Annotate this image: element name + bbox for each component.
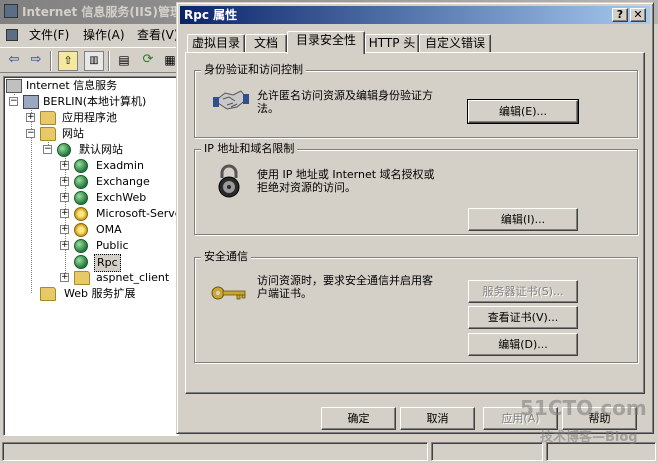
- expand-icon[interactable]: +: [60, 161, 69, 170]
- tab-http-headers[interactable]: HTTP 头: [365, 34, 419, 53]
- dialog-title: Rpc 属性: [184, 8, 238, 22]
- help-caption-icon[interactable]: ?: [612, 8, 628, 22]
- tree-label-root: Internet 信息服务: [26, 79, 118, 92]
- refresh-icon[interactable]: ⟳: [138, 51, 158, 71]
- cancel-button[interactable]: 取消: [400, 407, 475, 430]
- system-menu-icon[interactable]: [6, 29, 18, 41]
- tab-virtual-directory[interactable]: 虚拟目录: [187, 34, 245, 53]
- tree-label-app-pools: 应用程序池: [62, 111, 117, 124]
- auth-description-line1: 允许匿名访问资源及编辑身份验证方: [257, 89, 433, 102]
- tab-panel-directory-security: 身份验证和访问控制 允许匿名访问资源及编辑身份验证方 法。 编辑(E)... I…: [185, 52, 645, 394]
- watermark-site: 51CTO.com: [520, 396, 647, 420]
- secure-description-line2: 户端证书。: [257, 287, 312, 300]
- tab-documents[interactable]: 文档: [245, 34, 287, 53]
- collapse-icon[interactable]: −: [43, 145, 52, 154]
- tab-directory-security[interactable]: 目录安全性: [287, 31, 365, 54]
- computer-icon: [23, 95, 39, 109]
- iis-app-icon: [4, 4, 18, 18]
- collapse-icon[interactable]: −: [26, 129, 35, 138]
- forward-arrow-icon[interactable]: ⇨: [26, 51, 46, 71]
- ok-button[interactable]: 确定: [321, 407, 396, 430]
- edit-secure-communications-button[interactable]: 编辑(D)...: [468, 333, 578, 356]
- show-tree-icon[interactable]: ▥: [84, 51, 104, 71]
- vdir-globe-icon: [74, 159, 88, 173]
- padlock-icon: [218, 164, 240, 198]
- menu-view[interactable]: 查看(V): [134, 27, 182, 43]
- status-cell-main: [2, 442, 428, 461]
- back-arrow-icon[interactable]: ⇦: [4, 51, 24, 71]
- tree-label-public: Public: [96, 239, 129, 252]
- console-tree[interactable]: Internet 信息服务 − BERLIN(本地计算机) + 应用程序池 − …: [3, 76, 179, 436]
- vdir-globe-icon: [74, 175, 88, 189]
- tree-label-exadmin: Exadmin: [96, 159, 144, 172]
- tree-label-exchweb: ExchWeb: [96, 191, 147, 204]
- iis-manager-title: Internet 信息服务(IIS)管理器: [22, 5, 194, 19]
- secure-description-line1: 访问资源时，要求安全通信并启用客: [257, 274, 433, 287]
- group-title-secure-communications: 安全通信: [201, 250, 251, 264]
- group-ip-restrictions: IP 地址和域名限制 使用 IP 地址或 Internet 域名授权或 拒绝对资…: [194, 142, 638, 235]
- tree-label-oma: OMA: [96, 223, 122, 236]
- tree-label-server: BERLIN(本地计算机): [43, 95, 147, 108]
- group-secure-communications: 安全通信 访问资源时，要求安全通信并启用客 户端证书。 服务器证书(S)... …: [194, 250, 638, 363]
- status-cell-2: [431, 442, 543, 461]
- tree-label-default-site: 默认网站: [79, 143, 123, 156]
- menu-action[interactable]: 操作(A): [80, 27, 128, 43]
- toolbar: ⇦ ⇨ ⇧ ▥ ▤ ⟳ ▦: [0, 47, 180, 73]
- tab-strip: 虚拟目录 文档 目录安全性 HTTP 头 自定义错误: [185, 31, 647, 54]
- handshake-icon: [213, 90, 249, 110]
- app-gear-icon: [74, 223, 88, 237]
- group-title-authentication: 身份验证和访问控制: [201, 63, 306, 77]
- view-certificate-button[interactable]: 查看证书(V)...: [468, 306, 578, 329]
- expand-icon[interactable]: +: [60, 273, 69, 282]
- ip-description-line2: 拒绝对资源的访问。: [257, 181, 356, 194]
- tree-label-microsoft-server: Microsoft-Server: [96, 207, 179, 220]
- collapse-icon[interactable]: −: [9, 97, 18, 106]
- edit-authentication-button[interactable]: 编辑(E)...: [467, 99, 579, 124]
- expand-icon[interactable]: +: [60, 225, 69, 234]
- website-globe-icon: [57, 143, 71, 157]
- vdir-globe-icon: [74, 239, 88, 253]
- expand-icon[interactable]: +: [60, 209, 69, 218]
- folder-icon: [40, 287, 56, 301]
- tree-label-websites: 网站: [62, 127, 84, 140]
- close-icon[interactable]: ✕: [630, 8, 646, 22]
- vdir-globe-icon: [74, 191, 88, 205]
- tree-label-aspnet-client: aspnet_client: [96, 271, 170, 284]
- dialog-title-bar[interactable]: Rpc 属性 ? ✕: [180, 6, 650, 24]
- expand-icon[interactable]: +: [60, 177, 69, 186]
- rpc-properties-dialog: Rpc 属性 ? ✕ 虚拟目录 文档 目录安全性 HTTP 头 自定义错误 身份…: [176, 2, 654, 434]
- folder-icon: [40, 111, 56, 125]
- menu-file[interactable]: 文件(F): [26, 27, 72, 43]
- edit-ip-restrictions-button[interactable]: 编辑(I)...: [468, 208, 578, 231]
- expand-icon[interactable]: +: [60, 193, 69, 202]
- up-folder-icon[interactable]: ⇧: [58, 51, 78, 71]
- ip-description-line1: 使用 IP 地址或 Internet 域名授权或: [257, 168, 435, 181]
- server-certificate-button[interactable]: 服务器证书(S)...: [468, 280, 578, 303]
- group-title-ip-restrictions: IP 地址和域名限制: [201, 142, 298, 156]
- group-authentication: 身份验证和访问控制 允许匿名访问资源及编辑身份验证方 法。 编辑(E)...: [194, 63, 638, 138]
- auth-description-line2: 法。: [257, 102, 279, 115]
- vdir-globe-icon: [74, 255, 88, 269]
- app-gear-icon: [74, 207, 88, 221]
- tree-label-web-ext: Web 服务扩展: [64, 287, 136, 300]
- iis-root-icon: [6, 79, 22, 93]
- folder-icon: [40, 127, 56, 141]
- properties-icon[interactable]: ▤: [114, 51, 134, 71]
- tree-label-exchange: Exchange: [96, 175, 150, 188]
- expand-icon[interactable]: +: [26, 113, 35, 122]
- watermark-blog: 技术博客—Blog: [540, 430, 638, 445]
- expand-icon[interactable]: +: [60, 241, 69, 250]
- key-icon: [211, 286, 246, 300]
- tab-custom-errors[interactable]: 自定义错误: [419, 34, 491, 53]
- folder-icon: [74, 271, 90, 285]
